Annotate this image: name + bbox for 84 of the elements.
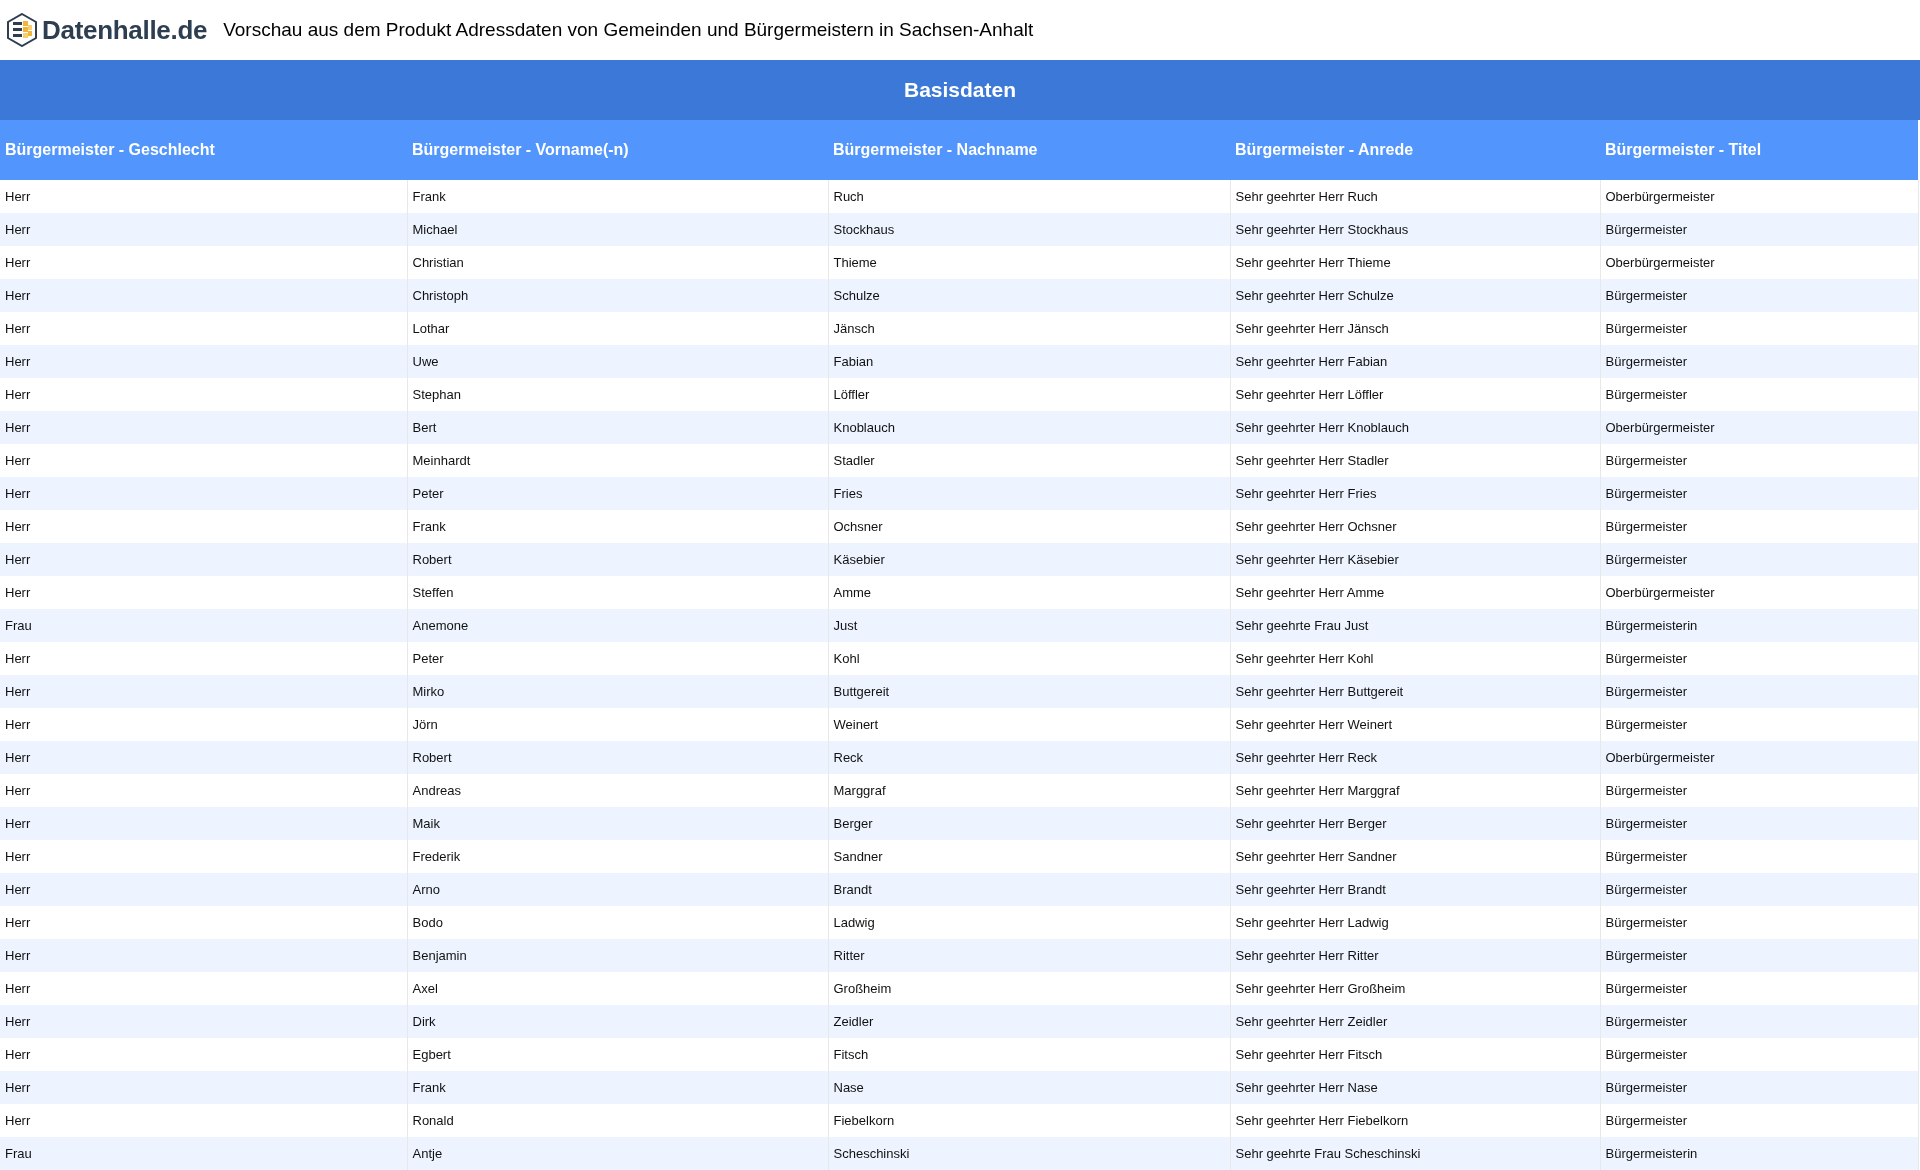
table-cell: Peter	[407, 477, 828, 510]
table-cell: Sehr geehrter Herr Buttgereit	[1230, 675, 1600, 708]
table-cell: Reck	[828, 741, 1230, 774]
table-cell: Bürgermeister	[1600, 213, 1918, 246]
table-cell: Oberbürgermeister	[1600, 411, 1918, 444]
table-cell: Benjamin	[407, 939, 828, 972]
table-cell: Robert	[407, 741, 828, 774]
column-header: Bürgermeister - Geschlecht	[0, 120, 407, 180]
table-cell: Robert	[407, 543, 828, 576]
table-cell: Buttgereit	[828, 675, 1230, 708]
table-cell: Scheschinski	[828, 1137, 1230, 1170]
section-title: Basisdaten	[903, 77, 1016, 104]
table-cell: Schulze	[828, 279, 1230, 312]
table-cell: Bert	[407, 411, 828, 444]
table-cell: Herr	[0, 411, 407, 444]
table-cell: Sehr geehrter Herr Fries	[1230, 477, 1600, 510]
table-cell: Herr	[0, 543, 407, 576]
table-cell: Bürgermeister	[1600, 873, 1918, 906]
column-header: Bürgermeister - Titel	[1600, 120, 1918, 180]
table-cell: Sehr geehrter Herr Käsebier	[1230, 543, 1600, 576]
table-cell: Frau	[0, 1137, 407, 1170]
table-cell: Bürgermeister	[1600, 675, 1918, 708]
table-cell: Frau	[0, 609, 407, 642]
table-cell: Sehr geehrter Herr Schulze	[1230, 279, 1600, 312]
table-cell: Frank	[407, 1071, 828, 1104]
table-cell: Herr	[0, 213, 407, 246]
server-logo-icon	[6, 13, 38, 47]
table-cell: Zeidler	[828, 1005, 1230, 1038]
table-cell: Herr	[0, 279, 407, 312]
table-cell: Bürgermeister	[1600, 1005, 1918, 1038]
table-cell: Herr	[0, 675, 407, 708]
table-cell: Bürgermeister	[1600, 279, 1918, 312]
table-cell: Arno	[407, 873, 828, 906]
table-cell: Ritter	[828, 939, 1230, 972]
column-header: Bürgermeister - Vorname(-n)	[407, 120, 828, 180]
table-cell: Sehr geehrte Frau Scheschinski	[1230, 1137, 1600, 1170]
table-cell: Herr	[0, 1071, 407, 1104]
table-cell: Sehr geehrter Herr Berger	[1230, 807, 1600, 840]
table-cell: Sehr geehrter Herr Knoblauch	[1230, 411, 1600, 444]
table-cell: Bürgermeister	[1600, 807, 1918, 840]
table-cell: Sehr geehrter Herr Stockhaus	[1230, 213, 1600, 246]
table-cell: Berger	[828, 807, 1230, 840]
table-cell: Herr	[0, 873, 407, 906]
table-cell: Sehr geehrter Herr Brandt	[1230, 873, 1600, 906]
table-cell: Sehr geehrter Herr Ritter	[1230, 939, 1600, 972]
table-cell: Käsebier	[828, 543, 1230, 576]
table-cell: Anemone	[407, 609, 828, 642]
table-cell: Bürgermeisterin	[1600, 609, 1918, 642]
table-cell: Herr	[0, 477, 407, 510]
table-cell: Uwe	[407, 345, 828, 378]
table-cell: Mirko	[407, 675, 828, 708]
table-cell: Sehr geehrter Herr Reck	[1230, 741, 1600, 774]
table-cell: Sehr geehrte Frau Just	[1230, 609, 1600, 642]
column-header: Bürgermeister - Anrede	[1230, 120, 1600, 180]
table-cell: Bürgermeisterin	[1600, 1137, 1918, 1170]
table-cell: Christoph	[407, 279, 828, 312]
table-cell: Bürgermeister	[1600, 345, 1918, 378]
table-cell: Bürgermeister	[1600, 543, 1918, 576]
table-cell: Fries	[828, 477, 1230, 510]
table-cell: Bürgermeister	[1600, 939, 1918, 972]
table-cell: Brandt	[828, 873, 1230, 906]
table-cell: Herr	[0, 741, 407, 774]
table-cell: Michael	[407, 213, 828, 246]
table-cell: Sehr geehrter Herr Fabian	[1230, 345, 1600, 378]
table-cell: Bürgermeister	[1600, 1071, 1918, 1104]
table-cell: Herr	[0, 1005, 407, 1038]
logo-text[interactable]: Datenhalle.de	[42, 10, 208, 50]
table-cell: Dirk	[407, 1005, 828, 1038]
table-cell: Just	[828, 609, 1230, 642]
table-cell: Antje	[407, 1137, 828, 1170]
table-cell: Maik	[407, 807, 828, 840]
page-title: Vorschau aus dem Produkt Adressdaten von Gemeinden und Bürgermeistern in Sachsen-Anhalt	[223, 17, 1034, 42]
table-cell: Herr	[0, 939, 407, 972]
table-cell: Bürgermeister	[1600, 477, 1918, 510]
table-cell: Sehr geehrter Herr Zeidler	[1230, 1005, 1600, 1038]
table-cell: Herr	[0, 345, 407, 378]
table-cell: Oberbürgermeister	[1600, 741, 1918, 774]
table-cell: Stockhaus	[828, 213, 1230, 246]
table-cell: Knoblauch	[828, 411, 1230, 444]
table-cell: Sehr geehrter Herr Nase	[1230, 1071, 1600, 1104]
column-header: Bürgermeister - Nachname	[828, 120, 1230, 180]
table-cell: Herr	[0, 807, 407, 840]
table-cell: Nase	[828, 1071, 1230, 1104]
table-cell: Fabian	[828, 345, 1230, 378]
